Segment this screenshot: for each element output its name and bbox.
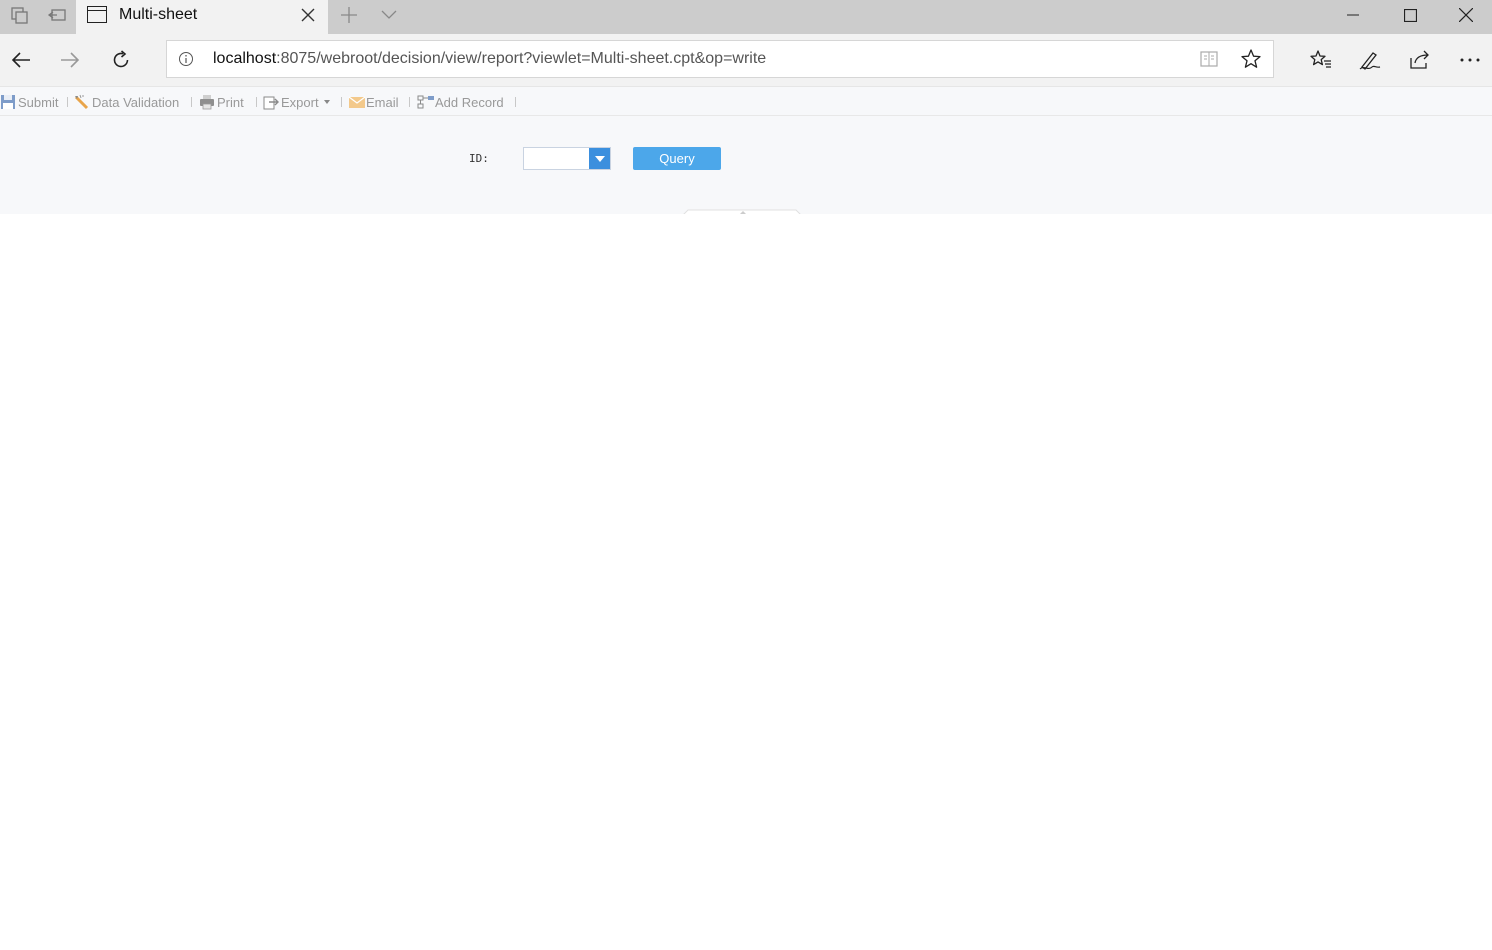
back-arrow-icon[interactable]: [1, 42, 41, 78]
save-icon: [0, 94, 16, 110]
data-validation-button[interactable]: Data Validation: [74, 93, 179, 111]
add-record-label: Add Record: [435, 94, 504, 110]
set-aside-tabs-icon[interactable]: [38, 0, 76, 30]
toolbar-separator: [256, 97, 257, 107]
print-button[interactable]: Print: [199, 93, 244, 111]
export-dropdown-button[interactable]: Export: [263, 93, 330, 111]
add-record-icon: [417, 94, 434, 110]
tab-manager-icon[interactable]: [0, 0, 38, 30]
id-combo-box[interactable]: [523, 147, 611, 170]
email-button[interactable]: Email: [348, 93, 399, 111]
navigation-bar: localhost:8075/webroot/decision/view/rep…: [0, 34, 1492, 86]
report-content-area: [0, 214, 1492, 950]
maximize-icon[interactable]: [1382, 0, 1438, 30]
id-label: ID:: [469, 152, 489, 165]
validate-icon: [74, 94, 90, 110]
reading-view-icon[interactable]: [1199, 49, 1219, 69]
parameter-panel: ID: Query: [0, 116, 1492, 214]
query-button[interactable]: Query: [633, 147, 721, 170]
print-label: Print: [217, 94, 244, 110]
url-path: :8075/webroot/decision/view/report?viewl…: [276, 50, 767, 67]
export-label: Export: [281, 94, 319, 110]
collapse-panel-handle[interactable]: [679, 205, 805, 219]
page-icon: [87, 6, 107, 23]
toolbar-separator: [67, 97, 68, 107]
favorites-hub-icon[interactable]: [1301, 42, 1341, 78]
tab-preview-chevron-down-icon[interactable]: [370, 0, 408, 30]
tab-close-icon[interactable]: [298, 5, 318, 25]
forward-arrow-icon[interactable]: [50, 42, 90, 78]
toolbar-separator: [409, 97, 410, 107]
url-text[interactable]: localhost:8075/webroot/decision/view/rep…: [213, 50, 766, 68]
more-options-icon[interactable]: [1450, 42, 1490, 78]
caret-down-icon: [323, 100, 330, 104]
add-record-button[interactable]: Add Record: [417, 93, 504, 111]
info-icon[interactable]: [177, 50, 195, 68]
minimize-icon[interactable]: [1325, 0, 1381, 30]
title-bar: Multi-sheet: [0, 0, 1492, 34]
toolbar-separator: [515, 97, 516, 107]
favorite-star-icon[interactable]: [1240, 48, 1262, 70]
address-bar[interactable]: localhost:8075/webroot/decision/view/rep…: [166, 40, 1274, 78]
share-icon[interactable]: [1400, 42, 1440, 78]
new-tab-plus-icon[interactable]: [330, 0, 368, 30]
submit-button[interactable]: Submit: [0, 93, 58, 111]
report-toolbar: Submit Data Validation Print Export Emai…: [0, 86, 1492, 116]
submit-label: Submit: [18, 94, 59, 110]
refresh-icon[interactable]: [101, 42, 141, 78]
email-label: Email: [366, 94, 399, 110]
data-validation-label: Data Validation: [92, 94, 180, 110]
window-close-icon[interactable]: [1438, 0, 1492, 30]
web-note-pen-icon[interactable]: [1350, 42, 1390, 78]
tab-title: Multi-sheet: [119, 6, 198, 23]
envelope-icon: [348, 94, 366, 110]
printer-icon: [199, 94, 215, 110]
dropdown-arrow-icon[interactable]: [589, 148, 610, 169]
toolbar-separator: [191, 97, 192, 107]
url-host: localhost: [213, 50, 277, 67]
toolbar-separator: [341, 97, 342, 107]
export-icon: [263, 94, 279, 110]
browser-tab-active[interactable]: Multi-sheet: [76, 0, 328, 34]
